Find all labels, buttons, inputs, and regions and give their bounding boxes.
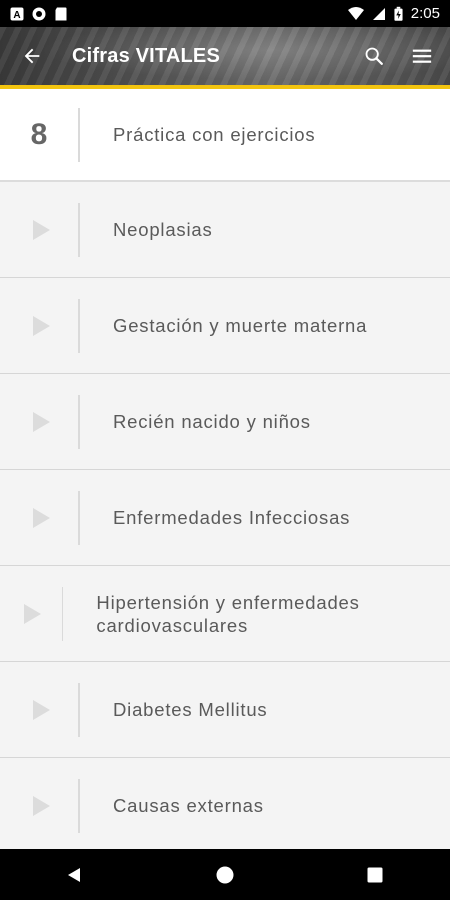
nav-recents-button[interactable] [345,853,405,897]
list-item-hipertension[interactable]: Hipertensión y enfermedades cardiovascul… [0,566,450,662]
list-item-marker [0,411,78,432]
battery-icon [394,6,403,21]
list-item-marker [0,219,78,240]
list-item-causas-externas[interactable]: Causas externas [0,758,450,849]
list-item-marker: 8 [0,118,78,152]
list-item-infecciosas[interactable]: Enfermedades Infecciosas [0,470,450,566]
signal-icon [372,7,385,20]
chapter-list: 8 Práctica con ejercicios Neoplasias Ges… [0,89,450,849]
nav-recents-icon [367,867,383,882]
list-item-label: Neoplasias [113,219,213,240]
list-item-label: Recién nacido y niños [113,411,311,432]
app-a-icon: A [10,7,24,21]
status-left-icons: A [10,7,68,21]
play-icon [32,315,50,336]
wifi-icon [347,6,364,20]
list-item-label: Enfermedades Infecciosas [113,507,351,528]
play-icon [32,699,50,720]
list-item-gestacion[interactable]: Gestación y muerte materna [0,278,450,374]
circle-app-icon [32,7,46,20]
list-item-label: Gestación y muerte materna [113,315,368,336]
sd-card-icon [55,7,67,20]
list-item-marker [0,699,78,720]
list-item-label: Causas externas [113,795,264,816]
page-title: Cifras VITALES [72,44,221,67]
status-bar: A 2:05 [0,0,450,27]
app-bar: Cifras VITALES [0,27,450,85]
search-button[interactable] [350,32,398,80]
play-icon [32,219,50,240]
play-icon [32,507,50,528]
nav-home-icon [216,866,234,883]
status-time: 2:05 [410,5,440,22]
menu-icon [412,49,432,63]
list-item-recien-nacido[interactable]: Recién nacido y niños [0,374,450,470]
list-item-diabetes[interactable]: Diabetes Mellitus [0,662,450,758]
list-item-practica[interactable]: 8 Práctica con ejercicios [0,89,450,182]
menu-button[interactable] [398,32,446,80]
play-icon [32,411,50,432]
status-right-icons: 2:05 [347,5,440,22]
svg-text:A: A [13,10,20,21]
search-icon [365,47,383,65]
play-icon [32,795,50,816]
list-item-label: Diabetes Mellitus [113,699,268,720]
list-item-label: Práctica con ejercicios [113,124,316,145]
list-item-marker [0,795,78,816]
nav-home-button[interactable] [195,853,255,897]
list-item-marker [0,507,78,528]
play-icon [24,603,42,624]
back-button[interactable] [8,32,56,80]
list-item-neoplasias[interactable]: Neoplasias [0,182,450,278]
item-number: 8 [30,117,48,151]
nav-back-icon [68,867,80,882]
nav-back-button[interactable] [45,853,105,897]
list-item-marker [0,315,78,336]
list-item-marker [0,603,62,624]
app-bar-actions [350,32,446,80]
back-arrow-icon [24,48,40,64]
system-nav-bar [0,849,450,900]
list-item-label: Hipertensión y enfermedades cardiovascul… [96,591,360,636]
